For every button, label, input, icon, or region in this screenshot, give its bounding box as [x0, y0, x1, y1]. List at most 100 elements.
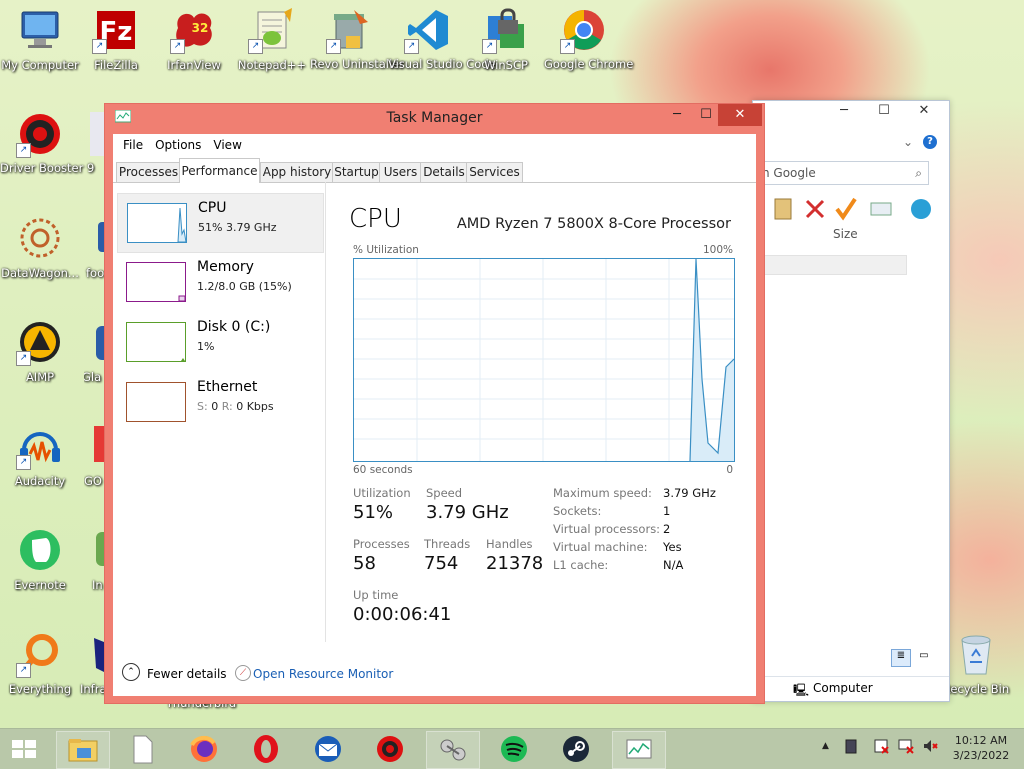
desktop-icon-label: My Computer	[1, 58, 79, 72]
battery-icon[interactable]	[844, 738, 858, 757]
show-hidden-icons[interactable]: ▲	[822, 741, 829, 751]
utilization-label: Utilization	[353, 486, 411, 500]
taskbar-firefox[interactable]	[178, 731, 230, 767]
tab-processes[interactable]: Processes	[116, 162, 181, 182]
uptime-value: 0:00:06:41	[353, 604, 452, 625]
network-icon	[440, 739, 466, 761]
speed-label: Speed	[426, 486, 463, 500]
menu-options[interactable]: Options	[149, 138, 207, 152]
steam-icon	[563, 736, 589, 762]
driver-booster-icon: ↗	[16, 112, 62, 158]
desktop-icon-label: Gla	[84, 370, 102, 384]
title-bar[interactable]: Task Manager ─ ☐ ✕	[105, 104, 764, 132]
desktop-icon-audacity[interactable]: ↗ Audacity	[0, 424, 80, 488]
minimize-button[interactable]: ─	[662, 104, 692, 126]
taskbar-network-tool[interactable]	[426, 731, 480, 769]
search-placeholder: h Google	[762, 166, 816, 180]
utilization-value: 51%	[353, 502, 394, 523]
maximize-button[interactable]: ☐	[691, 104, 721, 126]
help-icon[interactable]: ?	[923, 135, 937, 149]
desktop-icon-vscode[interactable]: ↗ Visual Studio Code	[388, 8, 496, 71]
cpu-utilization-graph	[353, 258, 735, 462]
chevron-down-icon[interactable]: ⌄	[903, 135, 913, 149]
audacity-icon: ↗	[16, 424, 62, 470]
tiles-view-icon[interactable]: ▭	[915, 650, 933, 666]
cpu-detail-panel: CPU AMD Ryzen 7 5800X 8-Core Processor %…	[335, 182, 745, 642]
volume-muted-icon[interactable]	[922, 738, 938, 757]
status-bar: 🖳 Computer	[753, 676, 949, 701]
desktop-icon-aimp[interactable]: ↗ AIMP	[0, 320, 80, 384]
desktop-icon-label: DataWagon...	[1, 266, 79, 280]
background-explorer-window[interactable]: ─ ☐ ✕ ⌄ ? h Google ⌕ Size ≣ ▭ 🖳 Computer	[752, 100, 950, 702]
tab-startup[interactable]: Startup	[332, 162, 381, 182]
revo-uninstaller-icon: ↗	[326, 8, 372, 54]
threads-label: Threads	[424, 537, 471, 551]
menu-file[interactable]: File	[117, 138, 149, 152]
tab-app-history[interactable]: App history	[260, 162, 334, 182]
taskbar-driver-booster[interactable]	[364, 731, 416, 767]
desktop-icon-google-chrome[interactable]: ↗ Google Chrome	[544, 8, 633, 71]
desktop-icons-column-2: F foo Gla GO In	[84, 112, 104, 632]
paste-icon	[774, 198, 792, 220]
desktop-icon-driver-booster[interactable]: ↗ Driver Booster 9	[0, 112, 95, 175]
taskbar: ▲ 10:12 AM 3/23/2022	[0, 728, 1024, 769]
desktop-icon-everything[interactable]: ↗ Everything	[0, 632, 80, 696]
desktop-icon-notepad-plus-plus[interactable]: ↗ Notepad++	[232, 8, 312, 72]
chrome-icon: ↗	[560, 8, 606, 54]
details-view-icon[interactable]: ≣	[891, 649, 911, 667]
desktop-icon-filezilla[interactable]: Fz ↗ FileZilla	[76, 8, 156, 72]
chevron-up-icon[interactable]: ⌃	[122, 663, 140, 681]
desktop-icon-winscp[interactable]: ↗ WinSCP	[466, 8, 546, 72]
taskbar-task-manager[interactable]	[612, 731, 666, 769]
resource-detail: S: 0 R: 0 Kbps	[197, 400, 274, 413]
desktop-icon-label: Driver Booster 9	[0, 161, 95, 175]
taskbar-blank-document[interactable]	[116, 731, 168, 767]
desktop-icon-revo-uninstaller[interactable]: ↗ Revo Uninstaller	[310, 8, 404, 71]
taskbar-spotify[interactable]	[488, 731, 540, 767]
menu-view[interactable]: View	[207, 138, 247, 152]
taskbar-file-explorer[interactable]	[56, 731, 110, 769]
view-buttons: ≣ ▭	[891, 647, 933, 667]
taskbar-opera[interactable]	[240, 731, 292, 767]
selected-row[interactable]	[763, 255, 907, 275]
fewer-details-link[interactable]: Fewer details	[147, 667, 227, 681]
notepad-plus-plus-icon: ↗	[248, 8, 294, 54]
minimize-icon[interactable]: ─	[833, 103, 855, 118]
search-input[interactable]: h Google ⌕	[759, 161, 929, 185]
close-button[interactable]: ✕	[718, 104, 762, 126]
resource-ethernet[interactable]: Ethernet S: 0 R: 0 Kbps	[117, 373, 322, 431]
desktop-icon-datawagon[interactable]: DataWagon...	[0, 216, 80, 280]
action-center-icon[interactable]	[874, 738, 890, 757]
clock[interactable]: 10:12 AM 3/23/2022	[948, 733, 1014, 763]
desktop-icon-label: foo	[86, 266, 104, 280]
tab-services[interactable]: Services	[466, 162, 523, 182]
network-tray-icon[interactable]	[898, 738, 914, 757]
open-resource-monitor-link[interactable]: Open Resource Monitor	[253, 667, 393, 681]
close-icon[interactable]: ✕	[913, 103, 935, 118]
spec-value: 2	[663, 522, 671, 536]
utilization-axis-label: % Utilization	[353, 244, 419, 256]
desktop-icon-irfanview[interactable]: 32 ↗ IrfanView	[154, 8, 234, 72]
tab-strip: Processes Performance App history Startu…	[113, 158, 756, 183]
disk-thumbnail-graph	[126, 322, 186, 362]
spec-label: Sockets:	[553, 504, 602, 518]
resource-disk[interactable]: Disk 0 (C:) 1%	[117, 313, 322, 371]
menu-bar: File Options View	[113, 134, 756, 156]
column-header-size[interactable]: Size	[833, 227, 858, 241]
resource-memory[interactable]: Memory 1.2/8.0 GB (15%)	[117, 253, 322, 311]
desktop-icon-evernote[interactable]: Evernote	[0, 528, 80, 592]
taskbar-steam[interactable]	[550, 731, 602, 767]
start-button[interactable]	[0, 731, 48, 767]
resource-cpu[interactable]: CPU 51% 3.79 GHz	[117, 193, 324, 253]
spec-label: Virtual machine:	[553, 540, 648, 554]
task-manager-body: File Options View Processes Performance …	[113, 134, 756, 696]
search-icon[interactable]: ⌕	[915, 162, 922, 184]
tab-performance[interactable]: Performance	[179, 158, 260, 183]
tab-details[interactable]: Details	[420, 162, 468, 182]
desktop-icon-my-computer[interactable]: My Computer	[0, 8, 80, 72]
tab-users[interactable]: Users	[379, 162, 422, 182]
taskbar-thunderbird[interactable]	[302, 731, 354, 767]
maximize-icon[interactable]: ☐	[873, 103, 895, 118]
spec-label: L1 cache:	[553, 558, 609, 572]
task-manager-window[interactable]: Task Manager ─ ☐ ✕ File Options View Pro…	[104, 103, 765, 704]
